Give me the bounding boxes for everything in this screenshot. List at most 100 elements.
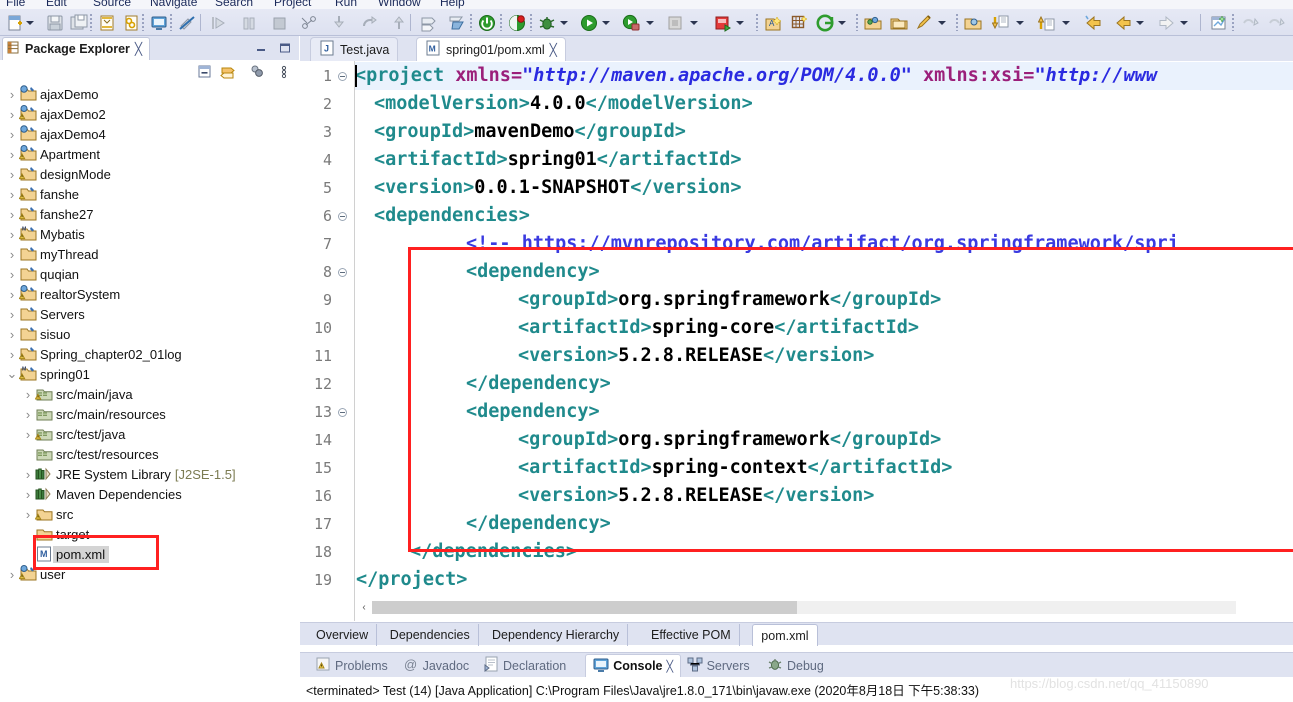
close-icon[interactable]: ╳: [550, 43, 557, 57]
chevron-right-icon[interactable]: ›: [22, 404, 34, 424]
open-type-icon[interactable]: [862, 12, 884, 33]
chevron-right-icon[interactable]: ›: [6, 144, 18, 164]
chevron-right-icon[interactable]: ›: [6, 324, 18, 344]
skip-breakpoints-icon[interactable]: [298, 12, 320, 33]
chevron-right-icon[interactable]: ›: [6, 284, 18, 304]
chevron-right-icon[interactable]: ›: [22, 484, 34, 504]
pom-tab-effective-pom[interactable]: Effective POM: [643, 624, 740, 646]
run-server-arrow[interactable]: [646, 21, 654, 25]
close-icon[interactable]: ╳: [667, 660, 674, 673]
debug-arrow[interactable]: [560, 21, 568, 25]
save-all-icon[interactable]: [68, 12, 90, 33]
chevron-right-icon[interactable]: ›: [6, 84, 18, 104]
chevron-right-icon[interactable]: ›: [22, 504, 34, 524]
editor-tab-test-java[interactable]: J Test.java: [310, 37, 399, 61]
view-menu-icon[interactable]: [248, 63, 266, 81]
bottom-tab-declaration[interactable]: Declaration: [476, 654, 573, 677]
chevron-right-icon[interactable]: ›: [6, 344, 18, 364]
menu-item-file[interactable]: File: [6, 0, 25, 9]
prev-annotation-icon[interactable]: [1036, 12, 1058, 33]
tree-item-apartment[interactable]: › Apartment: [0, 144, 299, 164]
save-icon[interactable]: [44, 12, 66, 33]
terminal-icon[interactable]: [148, 12, 170, 33]
run-icon[interactable]: [578, 12, 600, 33]
scrollbar-track[interactable]: [372, 601, 1236, 614]
tree-item-servers[interactable]: › Servers: [0, 304, 299, 324]
bottom-tab-problems[interactable]: Problems: [308, 654, 395, 677]
menu-item-edit[interactable]: Edit: [46, 0, 67, 9]
package-explorer-tab[interactable]: Package Explorer ╳: [2, 37, 151, 60]
chevron-down-icon[interactable]: ⌄: [6, 364, 18, 384]
git-icon[interactable]: [814, 12, 836, 33]
tree-item-realtorsystem[interactable]: › realtorSystem: [0, 284, 299, 304]
step-into-icon[interactable]: [328, 12, 350, 33]
new-dropdown-arrow[interactable]: [26, 21, 34, 25]
chevron-right-icon[interactable]: ›: [22, 464, 34, 484]
edit-icon[interactable]: [914, 12, 936, 33]
maximize-icon[interactable]: [278, 41, 292, 55]
tree-item-src-test-resources[interactable]: src/test/resources: [0, 444, 299, 464]
step-over-icon[interactable]: [208, 12, 230, 33]
chevron-right-icon[interactable]: ›: [6, 164, 18, 184]
tree-item-fanshe27[interactable]: › fanshe27: [0, 204, 299, 224]
stop-server-icon[interactable]: [664, 12, 686, 33]
next-annotation-arrow[interactable]: [1016, 21, 1024, 25]
redo-nav-icon[interactable]: [1266, 12, 1288, 33]
menu-item-source[interactable]: Source: [93, 0, 131, 9]
tree-item-fanshe[interactable]: › fanshe: [0, 184, 299, 204]
new-java-project-arrow[interactable]: [736, 21, 744, 25]
bottom-tab-debug[interactable]: Debug: [760, 654, 831, 677]
export-icon[interactable]: [96, 12, 118, 33]
new-java-project-icon[interactable]: [712, 12, 734, 33]
new-class-icon[interactable]: A: [762, 12, 784, 33]
minimize-icon[interactable]: [254, 41, 268, 55]
menu-item-project[interactable]: Project: [274, 0, 311, 9]
pause-icon[interactable]: [238, 12, 260, 33]
bottom-tab-servers[interactable]: Servers: [680, 654, 757, 677]
prev-annotation-arrow[interactable]: [1062, 21, 1070, 25]
back-icon[interactable]: [1082, 12, 1104, 33]
power-icon[interactable]: [476, 12, 498, 33]
search-folder-icon[interactable]: [962, 12, 984, 33]
menu-item-search[interactable]: Search: [215, 0, 253, 9]
forward-icon[interactable]: [1112, 12, 1134, 33]
collapse-all-icon[interactable]: [196, 63, 214, 81]
chevron-right-icon[interactable]: ›: [6, 304, 18, 324]
fold-toggle-icon[interactable]: [336, 398, 349, 426]
tree-item-mythread[interactable]: › myThread: [0, 244, 299, 264]
link-icon[interactable]: [120, 12, 142, 33]
git-arrow[interactable]: [838, 21, 846, 25]
fold-toggle-icon[interactable]: [336, 258, 349, 286]
step-out-icon[interactable]: [388, 12, 410, 33]
editor-tab-spring01-pom-xml[interactable]: Mspring01/pom.xml ╳: [416, 37, 566, 61]
undo-nav-icon[interactable]: [1240, 12, 1262, 33]
bottom-tab-console[interactable]: Console ╳: [585, 654, 682, 677]
run-task-icon[interactable]: [446, 12, 468, 33]
menu-item-help[interactable]: Help: [440, 0, 465, 9]
tree-item-sisuo[interactable]: › sisuo: [0, 324, 299, 344]
forward-arrow[interactable]: [1136, 21, 1144, 25]
fold-toggle-icon[interactable]: [336, 62, 349, 90]
project-tree[interactable]: › ajaxDemo › ajaxDemo2 › ajaxDemo4 › Apartment ›…: [0, 84, 299, 702]
pom-tab-dependencies[interactable]: Dependencies: [382, 624, 479, 646]
next-icon[interactable]: [1156, 12, 1178, 33]
no-edit-icon[interactable]: [176, 12, 198, 33]
tree-item-ajaxdemo2[interactable]: › ajaxDemo2: [0, 104, 299, 124]
stop-icon[interactable]: [268, 12, 290, 33]
tree-item-designmode[interactable]: › designMode: [0, 164, 299, 184]
open-task-icon[interactable]: [418, 12, 440, 33]
menu-item-run[interactable]: Run: [335, 0, 357, 9]
tree-item-src-main-java[interactable]: › src/main/java: [0, 384, 299, 404]
fold-toggle-icon[interactable]: [336, 202, 349, 230]
tree-item-spring_chapter02_01log[interactable]: › Spring_chapter02_01log: [0, 344, 299, 364]
tree-item-maven-dependencies[interactable]: › Maven Dependencies: [0, 484, 299, 504]
scroll-left-icon[interactable]: ‹: [356, 601, 372, 614]
tree-item-mybatis[interactable]: › M Mybatis: [0, 224, 299, 244]
chevron-right-icon[interactable]: ›: [22, 384, 34, 404]
chevron-right-icon[interactable]: ›: [6, 264, 18, 284]
scrollbar-thumb[interactable]: [372, 601, 797, 614]
new-package-icon[interactable]: [788, 12, 810, 33]
tree-item-src[interactable]: › src: [0, 504, 299, 524]
step-return-icon[interactable]: [358, 12, 380, 33]
edit-arrow[interactable]: [938, 21, 946, 25]
